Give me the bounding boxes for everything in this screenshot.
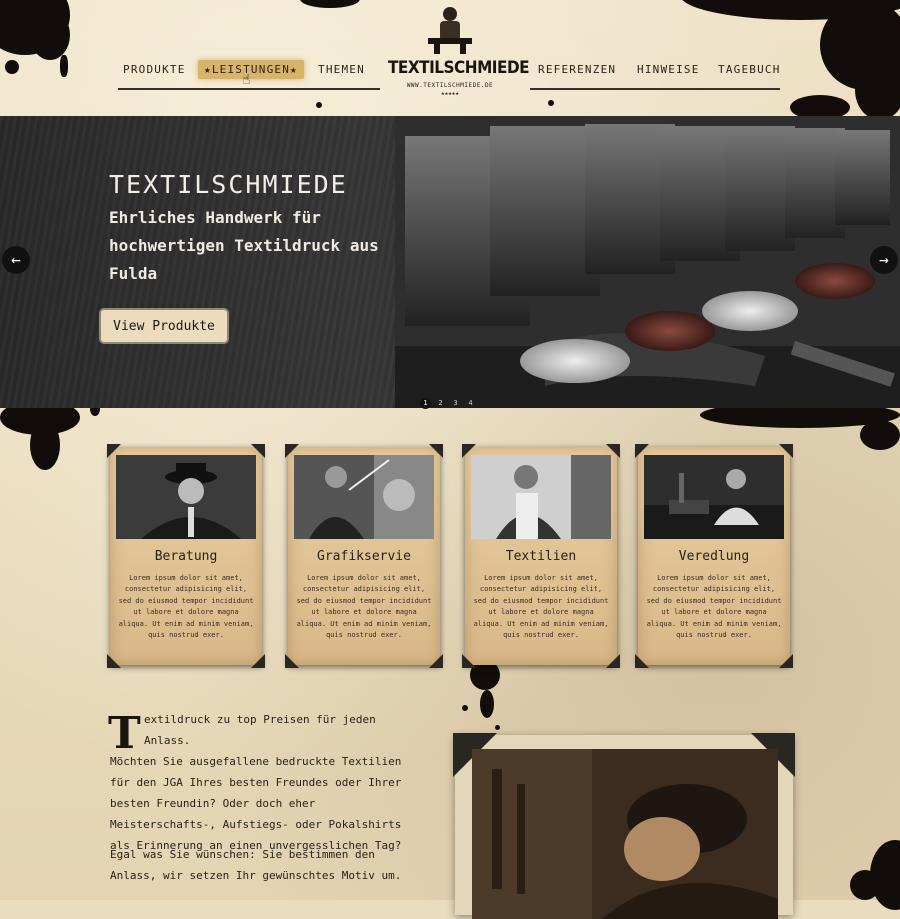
intro-paragraph-2: Egal was Sie wünschen: Sie bestimmen den…	[110, 848, 402, 882]
card-title: Grafikservie	[317, 549, 411, 564]
slider-dot[interactable]: 4	[465, 398, 476, 409]
card-text: Lorem ipsum dolor sit amet, consectetur …	[296, 574, 432, 640]
nav-item-themen[interactable]: THEMEN	[318, 63, 365, 76]
slider-dot[interactable]: 2	[435, 398, 446, 409]
framed-craftsman-photo	[453, 733, 795, 919]
logo-url: WWW.TEXTILSCHMIEDE.DE	[406, 82, 494, 89]
hero-title: TEXTILSCHMIEDE	[109, 170, 348, 199]
nav-item-referenzen[interactable]: REFERENZEN	[538, 63, 616, 76]
card-title: Textilien	[505, 549, 577, 564]
service-card-veredlung[interactable]: Veredlung Lorem ipsum dolor sit amet, co…	[635, 444, 793, 668]
card-photo	[294, 455, 434, 539]
logo-title: TEXTILSCHMIEDE	[388, 58, 530, 78]
logo-stars: ★★★★★	[440, 90, 460, 97]
card-photo	[471, 455, 611, 539]
nav-item-tagebuch[interactable]: TAGEBUCH	[718, 63, 781, 76]
pointer-cursor-icon: ☝	[242, 72, 251, 88]
hero-slider: TEXTILSCHMIEDE Ehrliches Handwerk für ho…	[0, 116, 900, 408]
service-card-textilien[interactable]: Textilien Lorem ipsum dolor sit amet, co…	[462, 444, 620, 668]
nav-item-leistungen[interactable]: ★LEISTUNGEN★	[198, 60, 304, 79]
card-text: Lorem ipsum dolor sit amet, consectetur …	[646, 574, 782, 640]
card-title: Beratung	[154, 549, 218, 564]
intro-first-line: extildruck zu top Preisen für jeden Anla…	[144, 713, 376, 747]
intro-body: Möchten Sie ausgefallene bedruckte Texti…	[110, 755, 402, 852]
nav-item-produkte[interactable]: PRODUKTE	[123, 63, 186, 76]
slider-dots: 1234	[420, 390, 480, 409]
card-text: Lorem ipsum dolor sit amet, consectetur …	[473, 574, 609, 640]
nav-item-hinweise[interactable]: HINWEISE	[637, 63, 700, 76]
slider-dot[interactable]: 3	[450, 398, 461, 409]
intro-paragraph: extildruck zu top Preisen für jeden Anla…	[110, 709, 420, 856]
card-text: Lorem ipsum dolor sit amet, consectetur …	[118, 574, 254, 640]
craftsman-photo	[472, 749, 778, 919]
service-card-beratung[interactable]: Beratung Lorem ipsum dolor sit amet, con…	[107, 444, 265, 668]
slider-next-arrow-icon[interactable]: →	[870, 246, 898, 274]
card-photo	[116, 455, 256, 539]
nav-divider-left	[118, 88, 380, 90]
hero-subtitle: Ehrliches Handwerk für hochwertigen Text…	[109, 208, 379, 283]
blacksmith-figure-icon	[428, 7, 472, 54]
card-photo	[644, 455, 784, 539]
nav-divider-right	[530, 88, 780, 90]
service-card-grafikservie[interactable]: Grafikservie Lorem ipsum dolor sit amet,…	[285, 444, 443, 668]
brand-logo[interactable]: TEXTILSCHMIEDE WWW.TEXTILSCHMIEDE.DE ★★★…	[388, 0, 530, 100]
view-produkte-button[interactable]: View Produkte	[101, 310, 227, 342]
slider-dot[interactable]: 1	[420, 398, 431, 409]
hero-squeegee-photo	[395, 116, 900, 408]
card-title: Veredlung	[678, 549, 750, 564]
slider-prev-arrow-icon[interactable]: ←	[2, 246, 30, 274]
